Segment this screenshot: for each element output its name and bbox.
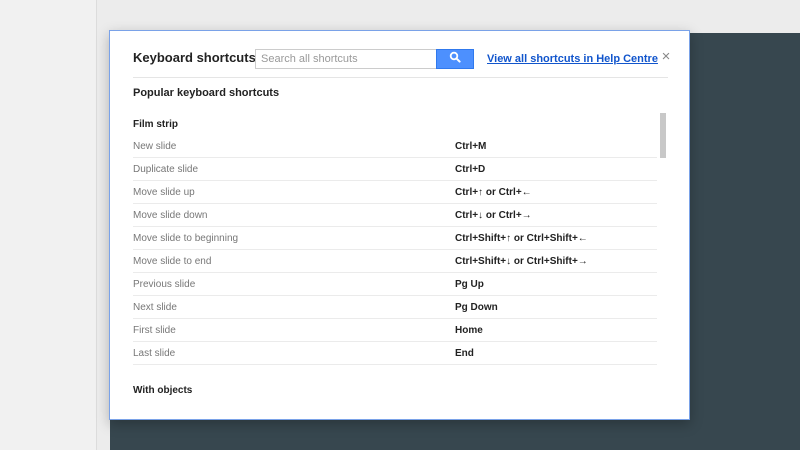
- shortcut-action: Next slide: [133, 301, 177, 313]
- shortcut-keys: Ctrl+D: [455, 163, 486, 175]
- shortcut-row: Move slide to beginning Ctrl+Shift+↑ or …: [133, 227, 657, 250]
- shortcut-keys: Ctrl+Shift+↓ or Ctrl+Shift+→: [455, 255, 588, 267]
- shortcut-action: Move slide down: [133, 209, 208, 221]
- shortcut-row: First slide Home: [133, 319, 657, 342]
- shortcut-action: New slide: [133, 140, 177, 152]
- shortcuts-list: Film strip New slide Ctrl+M Duplicate sl…: [133, 111, 657, 411]
- shortcut-keys: End: [455, 347, 474, 359]
- shortcut-action: Move slide up: [133, 186, 195, 198]
- shortcut-keys: Ctrl+Shift+↑ or Ctrl+Shift+←: [455, 232, 588, 244]
- shortcut-row: Move slide down Ctrl+↓ or Ctrl+→: [133, 204, 657, 227]
- shortcut-row: Previous slide Pg Up: [133, 273, 657, 296]
- shortcut-action: Previous slide: [133, 278, 196, 290]
- shortcut-action: Move slide to beginning: [133, 232, 239, 244]
- search-input[interactable]: [255, 49, 437, 69]
- search-icon: [449, 50, 461, 68]
- shortcut-action: Move slide to end: [133, 255, 212, 267]
- shortcut-row: New slide Ctrl+M: [133, 135, 657, 158]
- shortcut-row: Next slide Pg Down: [133, 296, 657, 319]
- section-heading: Popular keyboard shortcuts: [133, 87, 280, 99]
- group-title: With objects: [133, 385, 193, 396]
- shortcut-keys: Pg Down: [455, 301, 498, 313]
- shortcut-keys: Pg Up: [455, 278, 484, 290]
- search-button[interactable]: [436, 49, 474, 69]
- scrollbar-thumb[interactable]: [660, 113, 666, 158]
- close-icon[interactable]: ×: [659, 49, 673, 65]
- shortcut-action: Duplicate slide: [133, 163, 199, 175]
- shortcut-keys: Ctrl+↑ or Ctrl+←: [455, 186, 532, 198]
- shortcut-row: Move slide up Ctrl+↑ or Ctrl+←: [133, 181, 657, 204]
- shortcut-row: Move slide to end Ctrl+Shift+↓ or Ctrl+S…: [133, 250, 657, 273]
- help-centre-link[interactable]: View all shortcuts in Help Centre: [487, 53, 658, 65]
- shortcut-row: Duplicate slide Ctrl+D: [133, 158, 657, 181]
- page-background-left: [0, 0, 97, 450]
- shortcut-keys: Ctrl+M: [455, 140, 487, 152]
- keyboard-shortcuts-dialog: Keyboard shortcuts View all shortcuts in…: [109, 30, 690, 420]
- shortcut-row: Last slide End: [133, 342, 657, 365]
- header-divider: [133, 77, 668, 78]
- dialog-title: Keyboard shortcuts: [133, 50, 256, 65]
- group-title: Film strip: [133, 119, 179, 130]
- shortcut-keys: Ctrl+↓ or Ctrl+→: [455, 209, 532, 221]
- shortcut-action: First slide: [133, 324, 176, 336]
- shortcut-keys: Home: [455, 324, 483, 336]
- shortcut-action: Last slide: [133, 347, 176, 359]
